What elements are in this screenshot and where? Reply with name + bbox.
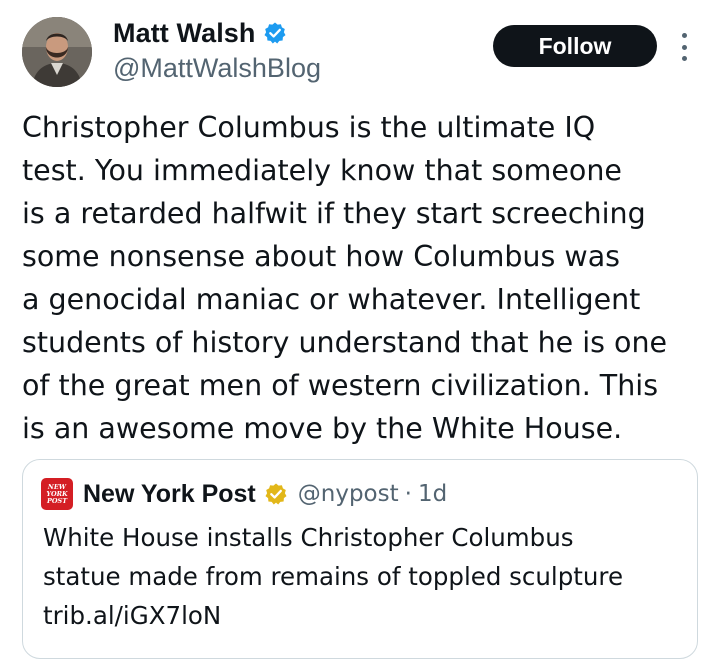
- tweet-text-line: a genocidal maniac or whatever. Intellig…: [22, 283, 641, 316]
- quote-link[interactable]: trib.al/iGX7loN: [43, 596, 683, 635]
- tweet-text-line: of the great men of western civilization…: [22, 369, 659, 402]
- quote-separator: ·: [404, 481, 412, 507]
- quote-text: White House installs Christopher Columbu…: [43, 518, 683, 635]
- nypost-logo-icon[interactable]: NEW YORK POST: [41, 478, 73, 510]
- author-header: Matt Walsh @MattWalshBlog: [113, 16, 321, 84]
- tweet-text-line: test. You immediately know that someone: [22, 154, 622, 187]
- quote-tweet-card[interactable]: NEW YORK POST New York Post @nypost · 1d…: [22, 459, 698, 659]
- more-dot: [681, 33, 687, 38]
- blue-verified-icon[interactable]: [263, 21, 287, 45]
- quote-text-line: statue made from remains of toppled scul…: [43, 562, 624, 591]
- quote-author-handle[interactable]: @nypost: [298, 481, 399, 507]
- name-row: Matt Walsh: [113, 16, 321, 50]
- avatar-photo: [22, 17, 92, 87]
- quote-header: NEW YORK POST New York Post @nypost · 1d: [41, 478, 447, 510]
- more-vertical-icon[interactable]: [673, 33, 695, 61]
- author-handle[interactable]: @MattWalshBlog: [113, 53, 321, 84]
- tweet-text-line: some nonsense about how Columbus was: [22, 240, 621, 273]
- quote-text-line: White House installs Christopher Columbu…: [43, 523, 574, 552]
- logo-text: POST: [46, 496, 68, 505]
- avatar[interactable]: [22, 17, 92, 87]
- tweet: Matt Walsh @MattWalshBlog Follow Christo…: [0, 0, 720, 659]
- quote-timestamp[interactable]: 1d: [418, 481, 447, 507]
- tweet-text-line: Christopher Columbus is the ultimate IQ: [22, 111, 596, 144]
- author-display-name[interactable]: Matt Walsh: [113, 18, 256, 49]
- gold-verified-icon[interactable]: [264, 482, 288, 506]
- more-dot: [681, 44, 687, 50]
- more-dot: [681, 56, 687, 61]
- quote-author-name[interactable]: New York Post: [83, 480, 256, 509]
- tweet-text-line: is a retarded halfwit if they start scre…: [22, 197, 646, 230]
- tweet-text-line: students of history understand that he i…: [22, 326, 668, 359]
- tweet-text: Christopher Columbus is the ultimate IQ …: [22, 106, 712, 450]
- tweet-text-line: is an awesome move by the White House.: [22, 412, 623, 445]
- follow-button[interactable]: Follow: [493, 25, 657, 67]
